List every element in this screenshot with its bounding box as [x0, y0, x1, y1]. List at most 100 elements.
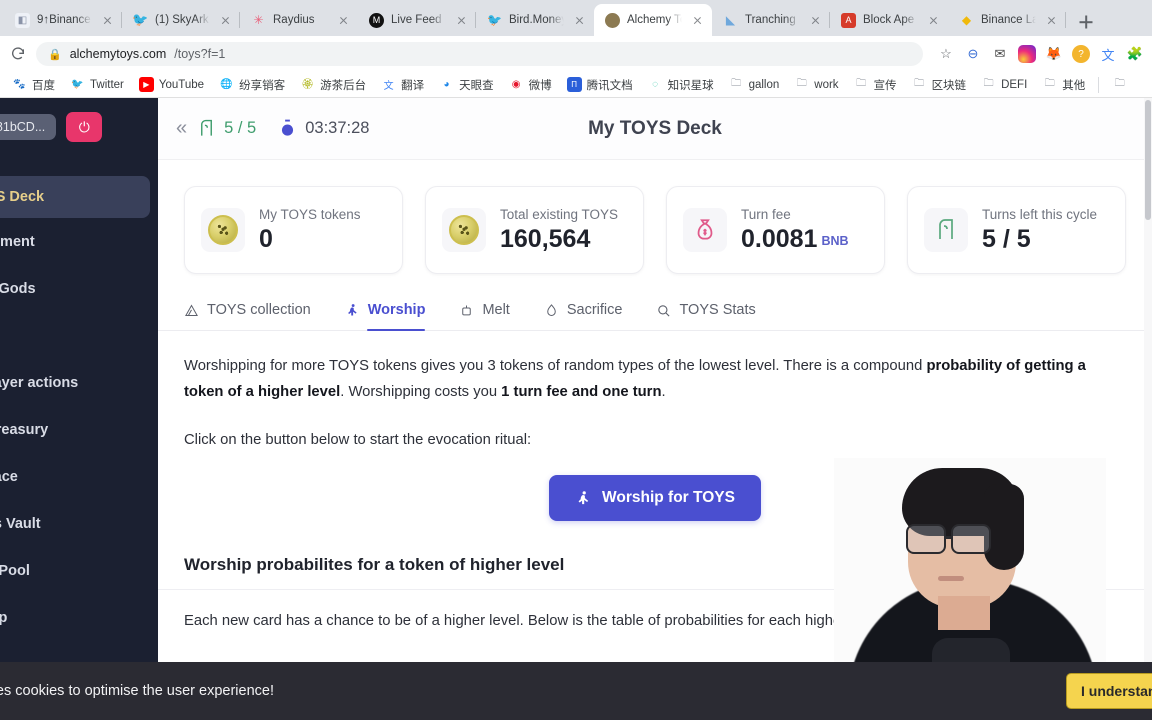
tianyancha-icon: ◕ — [443, 79, 450, 90]
close-icon[interactable] — [926, 13, 941, 28]
wallet-address[interactable]: 0x18386181bCD... — [0, 114, 57, 140]
browser-tab[interactable]: 🐦 (1) SkyArk S — [122, 4, 240, 36]
bookmark-item[interactable]: ◕ 天眼查 — [433, 74, 500, 96]
cookie-accept-button[interactable]: I understand — [1065, 673, 1152, 709]
browser-tab[interactable]: ◆ Binance Lab — [948, 4, 1066, 36]
folder-icon: 🗀 — [796, 78, 807, 89]
collapse-sidebar-button[interactable]: « — [172, 117, 197, 140]
alchemy-icon — [605, 12, 620, 28]
bookmark-folder[interactable]: 🗀 其他 — [1036, 74, 1091, 96]
bookmark-folder[interactable]: 🗀 gallon — [723, 74, 786, 95]
tab-sacrifice[interactable]: Sacrifice — [544, 302, 623, 330]
bookmark-label: 纷享销客 — [239, 79, 286, 92]
sidebar-item-label: FAQ / Help — [0, 609, 8, 626]
bookmark-folder[interactable]: 🗀 区块链 — [906, 74, 973, 96]
browser-tab-active[interactable]: Alchemy Toy — [594, 4, 712, 36]
sidebar-item-label: Alchemy Gods — [0, 280, 36, 297]
tab-toys-collection[interactable]: TOYS collection — [184, 302, 311, 330]
sidebar-item-marketplace[interactable]: Marketplace — [0, 453, 158, 500]
coin-icon[interactable]: ? — [1072, 45, 1090, 63]
scrollbar-thumb[interactable] — [1145, 100, 1151, 220]
sidebar-item-my-toys-deck[interactable]: My TOYS Deck — [0, 176, 150, 218]
browser-tab[interactable]: ◧ 9↑Binance — [4, 4, 122, 36]
bookmark-item[interactable]: 🌐 纷享销客 — [213, 74, 291, 96]
folder-icon: 🗀 — [856, 78, 867, 89]
sidebar-item-explore[interactable]: Explore — [0, 312, 158, 359]
bookmark-item[interactable]: ◌ 知识星球 — [642, 74, 720, 96]
bookmark-label: 翻译 — [401, 79, 425, 92]
close-icon[interactable] — [100, 13, 115, 28]
tab-melt[interactable]: Melt — [459, 302, 510, 330]
close-icon[interactable] — [1044, 13, 1059, 28]
browser-window: ◧ 9↑Binance 🐦 (1) SkyArk S ✳ Raydius M L… — [0, 0, 1152, 720]
new-tab-button[interactable] — [1072, 8, 1100, 36]
browser-tab[interactable]: ◣ Tranching P — [712, 4, 830, 36]
browser-tab[interactable]: A Block Ape S — [830, 4, 948, 36]
tab-title: Live Feed | M — [391, 14, 447, 26]
tab-worship[interactable]: Worship — [345, 302, 425, 331]
instagram-icon[interactable] — [1018, 45, 1036, 63]
browser-tab[interactable]: 🐦 Bird.Money | — [476, 4, 594, 36]
tab-title: Binance Lab — [981, 14, 1037, 26]
bookmark-label: 天眼查 — [459, 79, 494, 92]
bookmark-folder[interactable]: 🗀 work — [788, 74, 844, 95]
tab-label: Sacrifice — [566, 302, 623, 318]
sidebar-item-label: Enlightenment — [0, 233, 35, 250]
bookmark-folder-overflow[interactable]: 🗀 — [1106, 74, 1133, 95]
tab-title: Block Ape S — [863, 14, 919, 26]
worship-icon — [347, 303, 357, 315]
bookmark-item[interactable]: 🏵 游茶后台 — [294, 74, 372, 96]
close-icon[interactable] — [808, 13, 823, 28]
profile-icon[interactable]: ⊖ — [964, 45, 982, 63]
sidebar-item-label: Marketplace — [0, 468, 18, 485]
close-icon[interactable] — [572, 13, 587, 28]
bookmark-item[interactable]: ▶ YouTube — [133, 74, 210, 95]
close-icon[interactable] — [454, 13, 469, 28]
sidebar-item-faq-help[interactable]: FAQ / Help — [0, 594, 158, 641]
gmail-icon[interactable]: ✉ — [991, 45, 1009, 63]
metamask-icon[interactable]: 🦊 — [1045, 45, 1063, 63]
star-icon[interactable]: ☆ — [937, 45, 955, 63]
turns-icon — [924, 208, 968, 252]
bookmark-label: 知识星球 — [667, 79, 714, 92]
bookmark-item[interactable]: 🐦 Twitter — [64, 74, 130, 95]
tab-title: Alchemy Toy — [627, 14, 683, 26]
bookmark-label: 微博 — [528, 79, 552, 92]
bookmark-item[interactable]: 🐾 百度 — [6, 74, 61, 96]
bookmark-folder[interactable]: 🗀 宣传 — [848, 74, 903, 96]
address-bar[interactable]: 🔒 alchemytoys.com/toys?f=1 — [36, 42, 923, 66]
stat-label: Total existing TOYS — [500, 206, 619, 222]
sidebar-item-temple-treasury[interactable]: Temple Treasury — [0, 406, 158, 453]
close-icon[interactable] — [336, 13, 351, 28]
extensions-icon[interactable]: 🧩 — [1126, 45, 1144, 63]
vertical-scrollbar[interactable] — [1144, 98, 1152, 662]
sidebar-item-liquidity-pool[interactable]: Liquidity Pool — [0, 547, 158, 594]
sidebar-item-latest-player-actions[interactable]: Latest player actions — [0, 359, 158, 406]
sidebar-nav: My TOYS Deck Enlightenment Alchemy Gods … — [0, 176, 158, 641]
tab-strip: ◧ 9↑Binance 🐦 (1) SkyArk S ✳ Raydius M L… — [0, 0, 1152, 36]
sidebar: 0x18386181bCD... ⏻ My TOYS Deck Enlighte… — [0, 98, 158, 662]
bookmark-item[interactable]: П 腾讯文档 — [561, 74, 639, 96]
tab-toys-stats[interactable]: TOYS Stats — [656, 302, 756, 330]
url-path: /toys?f=1 — [174, 47, 226, 61]
toys-coin-icon — [442, 208, 486, 252]
money-bag-icon — [683, 208, 727, 252]
reload-icon[interactable] — [8, 44, 28, 64]
browser-tab[interactable]: M Live Feed | M — [358, 4, 476, 36]
bookmark-folder[interactable]: 🗀 DEFI — [975, 74, 1033, 95]
bookmark-label: DEFI — [1001, 78, 1028, 91]
tab-label: TOYS Stats — [679, 302, 756, 318]
translate-icon[interactable]: 文 — [1099, 45, 1117, 63]
close-icon[interactable] — [218, 13, 233, 28]
browser-tab[interactable]: ✳ Raydius — [240, 4, 358, 36]
worship-for-toys-button[interactable]: Worship for TOYS — [549, 475, 761, 521]
bookmark-item[interactable]: 文翻译 — [375, 74, 430, 96]
tranching-icon: ◣ — [725, 13, 736, 27]
disconnect-button[interactable]: ⏻ — [66, 112, 103, 142]
sidebar-item-shamans-vault[interactable]: Shaman's Vault — [0, 500, 158, 547]
sidebar-item-alchemy-gods[interactable]: Alchemy Gods — [0, 265, 158, 312]
sidebar-item-enlightenment[interactable]: Enlightenment — [0, 218, 158, 265]
binancelab-icon: ◆ — [961, 13, 972, 27]
bookmark-item[interactable]: ◉ 微博 — [503, 74, 558, 96]
close-icon[interactable] — [690, 13, 705, 28]
